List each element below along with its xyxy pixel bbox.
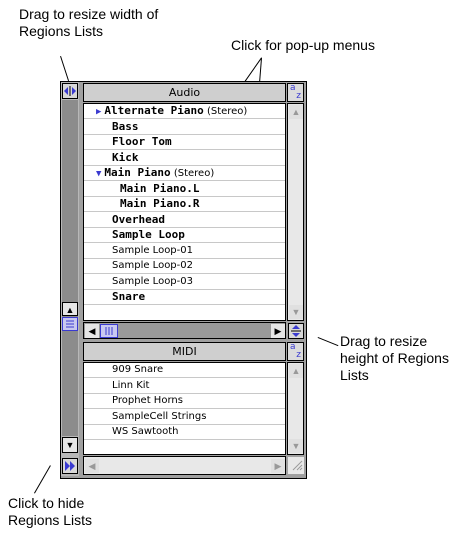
audio-list-item[interactable]: ▶ Alternate Piano (Stereo) [84, 104, 285, 119]
midi-regions-list: 909 Snare Linn Kit Prophet Horns SampleCell… [83, 362, 286, 455]
leader-hide-lists [34, 465, 51, 494]
left-scroll-down-button[interactable]: ▼ [62, 437, 78, 453]
audio-list-item-name: Snare [112, 290, 146, 303]
midi-vertical-scrollbar[interactable]: ▲ ▼ [287, 362, 304, 455]
left-scroll-up-button[interactable]: ▲ [62, 302, 78, 316]
audio-horizontal-scrollbar[interactable]: ◀ ▶ [83, 322, 286, 339]
resize-height-icon [291, 325, 301, 337]
midi-list-item[interactable]: 909 Snare [84, 363, 285, 378]
audio-list-item-name: Sample Loop [112, 228, 185, 241]
midi-scroll-up-button[interactable]: ▲ [289, 364, 303, 378]
grow-box-icon [292, 460, 303, 471]
resize-height-handle[interactable] [288, 323, 304, 339]
midi-list-item[interactable]: Linn Kit [84, 379, 285, 394]
resize-width-handle[interactable] [62, 83, 78, 99]
midi-scroll-right-button[interactable]: ▶ [271, 459, 285, 473]
audio-list-item-name: Main Piano [104, 166, 171, 179]
hthumb-grip-icon [105, 327, 113, 335]
midi-list-item-name: Prophet Horns [112, 395, 183, 406]
audio-list-item-name: Bass [112, 119, 139, 133]
audio-hscroll-thumb[interactable] [100, 324, 118, 338]
hide-regions-lists-button[interactable] [62, 458, 78, 474]
midi-list-item-name: WS Sawtooth [112, 426, 179, 437]
audio-list-item[interactable]: ▼ Main Piano (Stereo) [84, 166, 285, 181]
midi-list-item[interactable]: SampleCell Strings [84, 410, 285, 425]
thumb-grip-icon [66, 320, 74, 328]
audio-list-item[interactable]: Sample Loop-01 [84, 244, 285, 259]
audio-list-item[interactable]: Sample Loop-02 [84, 259, 285, 274]
midi-sort-button[interactable]: a z [287, 342, 304, 361]
callout-resize-width: Drag to resize width of Regions Lists [19, 6, 159, 39]
audio-vertical-scrollbar[interactable]: ▲ ▼ [287, 103, 304, 321]
audio-list-item[interactable]: Overhead [84, 213, 285, 228]
audio-scroll-left-button[interactable]: ◀ [85, 324, 99, 338]
audio-list-item-name: Alternate Piano [104, 104, 204, 117]
resize-width-icon [64, 86, 76, 96]
double-arrow-right-icon [65, 461, 75, 471]
audio-list-item-name: Main Piano.L [120, 181, 200, 195]
audio-list-item-name: Kick [112, 150, 139, 164]
audio-scroll-up-button[interactable]: ▲ [289, 105, 303, 119]
audio-list-item[interactable]: Floor Tom [84, 135, 285, 150]
midi-list-item-name: Linn Kit [112, 379, 150, 391]
midi-scroll-left-button[interactable]: ◀ [85, 459, 99, 473]
midi-list-item[interactable]: Prophet Horns [84, 394, 285, 409]
audio-list-item[interactable]: Kick [84, 151, 285, 166]
leader-resize-height [317, 337, 339, 347]
midi-list-item[interactable]: WS Sawtooth [84, 425, 285, 440]
callout-resize-height: Drag to resize height of Regions Lists [340, 333, 449, 383]
audio-list-item[interactable]: Snare [84, 290, 285, 305]
audio-list-item-name: Sample Loop-01 [112, 244, 193, 256]
audio-list-item[interactable]: Main Piano.L [84, 182, 285, 197]
audio-list-item[interactable]: Main Piano.R [84, 197, 285, 212]
left-strip-track-lower[interactable] [62, 332, 78, 436]
disclosure-closed-icon[interactable]: ▶ [96, 107, 101, 117]
midi-list-item-name: SampleCell Strings [112, 410, 207, 422]
audio-list-item-name: Floor Tom [112, 135, 172, 148]
audio-list-item[interactable]: Bass [84, 120, 285, 135]
window-grow-box[interactable] [288, 457, 304, 474]
audio-list-item-suffix: (Stereo) [170, 168, 215, 179]
audio-list-item-name: Overhead [112, 212, 165, 226]
audio-regions-list: ▶ Alternate Piano (Stereo) Bass Floor Tom Ki… [83, 103, 286, 321]
leader-resize-width [60, 56, 70, 82]
disclosure-open-icon[interactable]: ▼ [96, 169, 101, 179]
audio-scroll-right-button[interactable]: ▶ [271, 324, 285, 338]
midi-list-item-name: 909 Snare [112, 364, 164, 375]
sort-z-label: z [296, 350, 301, 360]
audio-scroll-down-button[interactable]: ▼ [289, 305, 303, 319]
left-scroll-thumb[interactable] [62, 317, 78, 331]
audio-list-item-name: Sample Loop-02 [112, 260, 193, 271]
audio-list-item-suffix: (Stereo) [203, 106, 248, 117]
audio-list-item-name: Sample Loop-03 [112, 275, 193, 287]
callout-popup-menus: Click for pop-up menus [231, 37, 375, 53]
midi-list-header[interactable]: MIDI [83, 342, 286, 361]
audio-list-item[interactable]: Sample Loop-03 [84, 275, 285, 290]
midi-scroll-down-button[interactable]: ▼ [289, 439, 303, 453]
audio-list-header[interactable]: Audio [83, 83, 286, 102]
sort-z-label: z [296, 91, 301, 101]
callout-hide-lists: Click to hide Regions Lists [8, 495, 93, 528]
midi-horizontal-scrollbar[interactable]: ◀ ▶ [83, 456, 286, 475]
audio-sort-button[interactable]: a z [287, 83, 304, 102]
audio-list-item[interactable]: Sample Loop [84, 228, 285, 243]
audio-list-item-name: Main Piano.R [120, 197, 200, 210]
